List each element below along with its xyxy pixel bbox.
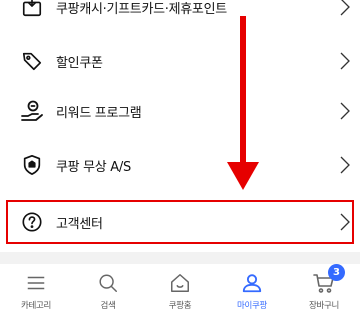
- gift-card-icon: [20, 0, 44, 19]
- menu-item-free-as[interactable]: 쿠팡 무상 A/S: [0, 140, 360, 190]
- section-separator: [0, 252, 360, 264]
- tab-category[interactable]: 카테고리: [0, 264, 72, 322]
- shield-service-icon: [20, 153, 44, 177]
- user-icon: [239, 270, 265, 296]
- tab-label: 쿠팡홈: [168, 301, 192, 311]
- question-circle-icon: [20, 210, 44, 234]
- menu-item-label: 쿠팡 무상 A/S: [56, 159, 131, 175]
- hamburger-menu-icon: [23, 270, 49, 296]
- tab-coupang-home[interactable]: 쿠팡홈: [144, 264, 216, 322]
- menu-item-label: 쿠팡캐시·기프트카드·제휴포인트: [56, 1, 227, 17]
- tab-label: 카테고리: [20, 301, 52, 311]
- chevron-right-icon: [340, 213, 350, 231]
- chevron-right-icon: [340, 156, 350, 174]
- tab-cart[interactable]: 3 장바구니: [288, 264, 360, 322]
- coupon-tag-icon: [20, 49, 44, 73]
- search-icon: [95, 270, 121, 296]
- menu-item-coupon[interactable]: 할인쿠폰: [0, 36, 360, 86]
- tab-label: 마이쿠팡: [236, 301, 268, 311]
- bottom-tab-bar: 카테고리 검색 쿠팡홈 마이쿠팡 3 장바구니: [0, 264, 360, 322]
- chevron-right-icon: [340, 102, 350, 120]
- cart-icon: 3: [311, 264, 345, 296]
- chevron-right-icon: [340, 0, 350, 16]
- chevron-right-icon: [340, 52, 350, 70]
- menu-item-label: 할인쿠폰: [56, 55, 103, 71]
- tab-search[interactable]: 검색: [72, 264, 144, 322]
- cart-count-badge: 3: [328, 264, 345, 281]
- menu-item-label: 리워드 프로그램: [56, 105, 142, 121]
- menu-item-reward-program[interactable]: 리워드 프로그램: [0, 86, 360, 136]
- menu-item-coupang-cash[interactable]: 쿠팡캐시·기프트카드·제휴포인트: [0, 0, 360, 32]
- tab-label: 장바구니: [308, 301, 340, 311]
- reward-hand-coin-icon: [20, 99, 44, 123]
- tab-label: 검색: [100, 301, 116, 311]
- menu-item-customer-center[interactable]: 고객센터: [0, 197, 360, 247]
- tab-my-coupang[interactable]: 마이쿠팡: [216, 264, 288, 322]
- menu-item-label: 고객센터: [56, 216, 103, 232]
- home-icon: [167, 270, 193, 296]
